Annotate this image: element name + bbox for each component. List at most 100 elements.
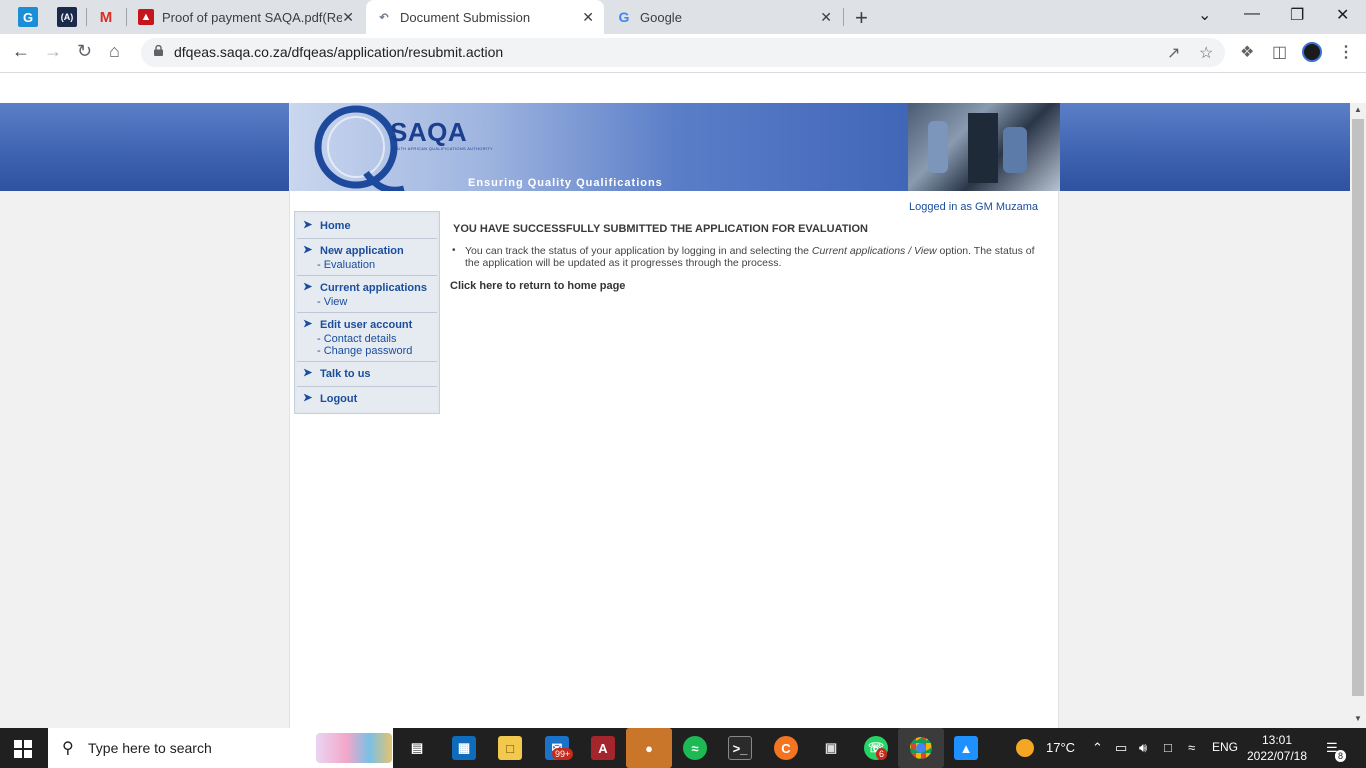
menu-sub-view[interactable]: - View (317, 296, 433, 308)
profile-avatar[interactable] (1302, 42, 1322, 62)
side-menu: ➤ Home ➤ New application - Evaluation ➤ … (294, 211, 440, 414)
menu-sub-contact-details[interactable]: - Contact details (317, 333, 433, 345)
header-tagline: Ensuring Quality Qualifications (468, 177, 663, 189)
tray-chevron-up-icon[interactable]: ⌃ (1092, 740, 1103, 756)
tab-title: Google (640, 9, 682, 25)
notifications-badge: 8 (1335, 750, 1347, 762)
clock-date: 2022/07/18 (1246, 749, 1308, 763)
access-icon[interactable]: A (591, 736, 615, 760)
clock-time: 13:01 (1261, 733, 1293, 747)
minimize-button[interactable]: — (1244, 5, 1260, 23)
chevron-right-icon: ➤ (303, 244, 313, 256)
tab-search-chevron-icon[interactable]: ⌄ (1198, 5, 1211, 25)
terminal-icon[interactable]: >_ (728, 736, 752, 760)
pinned-tab-gmail[interactable]: M (96, 7, 116, 27)
logged-in-user: Logged in as GM Muzama (908, 201, 1038, 213)
header-photo (908, 103, 1060, 191)
side-panel-icon[interactable]: ◫ (1272, 42, 1287, 62)
scroll-down-arrow-icon[interactable]: ▼ (1354, 714, 1362, 723)
page-scrollbar[interactable]: ▲ ▼ (1350, 103, 1366, 728)
saqa-logo-subtext: SOUTH AFRICAN QUALIFICATIONS AUTHORITY (391, 146, 494, 151)
menu-item-current-applications[interactable]: ➤ Current applications - View (297, 276, 437, 313)
back-button[interactable]: ← (12, 41, 30, 62)
saqa-logo-text: SAQA (390, 117, 468, 147)
menu-item-label[interactable]: Logout (320, 391, 433, 407)
tab-google[interactable]: G Google ✕ (606, 0, 842, 34)
saqa-tab-icon: ↶ (379, 11, 389, 24)
menu-item-edit-user-account[interactable]: ➤ Edit user account - Contact details - … (297, 313, 437, 362)
menu-item-label[interactable]: New application (320, 243, 433, 259)
share-icon[interactable]: ↗ (1167, 43, 1180, 63)
google-icon: G (618, 9, 630, 25)
menu-item-label[interactable]: Current applications (320, 280, 433, 296)
url-text[interactable]: dfqeas.saqa.co.za/dfqeas/application/res… (174, 44, 503, 60)
chrome-icon[interactable] (898, 728, 944, 768)
restore-button[interactable]: ❐ (1290, 5, 1304, 25)
menu-item-label[interactable]: Talk to us (320, 366, 433, 382)
menu-item-label[interactable]: Edit user account (320, 317, 433, 333)
search-highlight-image[interactable] (316, 733, 392, 763)
address-bar[interactable]: dfqeas.saqa.co.za/dfqeas/application/res… (141, 38, 1225, 67)
lock-icon (154, 45, 163, 56)
system-clock[interactable]: 13:01 2022/07/18 (1242, 732, 1312, 764)
tab-document-submission[interactable]: ↶ Document Submission ✕ (366, 0, 604, 34)
chevron-right-icon: ➤ (303, 367, 313, 379)
extensions-puzzle-icon[interactable]: ❖ (1240, 42, 1254, 62)
battery-icon[interactable]: ▭ (1115, 740, 1127, 756)
microsoft-store-icon[interactable]: ▦ (452, 736, 476, 760)
whatsapp-badge: 6 (876, 748, 888, 760)
search-icon: ⚲ (62, 740, 74, 757)
crunchyroll-icon[interactable]: C (774, 736, 798, 760)
browser-tab-bar: G (A) M ▲ Proof of payment SAQA.pdf(Revi… (0, 0, 1366, 34)
weather-temperature[interactable]: 17°C (1046, 740, 1075, 755)
reload-button[interactable]: ↻ (77, 41, 92, 62)
wifi-icon[interactable]: ≈ (1188, 740, 1195, 755)
tab-proof-of-payment[interactable]: ▲ Proof of payment SAQA.pdf(Revi ✕ (128, 0, 364, 34)
browser-toolbar: ← → ↻ ⌂ dfqeas.saqa.co.za/dfqeas/applica… (0, 34, 1366, 72)
more-menu-icon[interactable]: ⋮ (1338, 42, 1354, 62)
photos-icon[interactable]: ▲ (954, 736, 978, 760)
close-icon[interactable]: ✕ (820, 9, 832, 26)
taskbar-search-box[interactable]: ⚲ Type here to search (48, 728, 393, 768)
scroll-thumb[interactable] (1352, 119, 1364, 696)
windows-taskbar: ⚲ Type here to search ▤ ▦ □ ✉ 99+ A ● ≈ … (0, 728, 1366, 768)
close-window-button[interactable]: ✕ (1336, 5, 1349, 25)
file-explorer-icon[interactable]: □ (498, 736, 522, 760)
close-icon[interactable]: ✕ (582, 9, 594, 26)
app-box-icon[interactable]: ▣ (819, 736, 843, 760)
home-button[interactable]: ⌂ (109, 41, 120, 62)
chevron-right-icon: ➤ (303, 281, 313, 293)
volume-icon[interactable]: 🔊︎ (1139, 740, 1147, 756)
pinned-tab-a[interactable]: (A) (57, 7, 77, 27)
menu-item-label[interactable]: Home (320, 218, 433, 234)
tab-separator (86, 8, 87, 26)
edge-icon[interactable]: ● (626, 728, 672, 768)
tab-title: Proof of payment SAQA.pdf(Revi (162, 9, 342, 25)
menu-item-logout[interactable]: ➤ Logout (297, 387, 437, 411)
menu-item-talk-to-us[interactable]: ➤ Talk to us (297, 362, 437, 387)
tab-title: Document Submission (400, 9, 531, 25)
task-view-icon[interactable]: ▤ (405, 736, 429, 760)
close-icon[interactable]: ✕ (342, 9, 354, 26)
weather-sun-icon[interactable] (1016, 739, 1034, 757)
page-content: SAQA SOUTH AFRICAN QUALIFICATIONS AUTHOR… (289, 103, 1060, 728)
chevron-right-icon: ➤ (303, 318, 313, 330)
bookmark-star-icon[interactable]: ☆ (1199, 43, 1213, 63)
menu-sub-change-password[interactable]: - Change password (317, 345, 433, 357)
scroll-up-arrow-icon[interactable]: ▲ (1354, 105, 1362, 114)
tab-separator (843, 8, 844, 26)
new-tab-button[interactable]: + (855, 5, 868, 31)
meet-now-icon[interactable]: □ (1164, 740, 1172, 755)
language-indicator[interactable]: ENG (1212, 740, 1238, 754)
return-home-link[interactable]: Click here to return to home page (450, 280, 625, 292)
pdf-icon: ▲ (138, 9, 154, 25)
spotify-icon[interactable]: ≈ (683, 736, 707, 760)
menu-sub-evaluation[interactable]: - Evaluation (317, 259, 433, 271)
pinned-tab-g[interactable]: G (18, 7, 38, 27)
search-placeholder[interactable]: Type here to search (88, 740, 212, 756)
forward-button[interactable]: → (44, 41, 62, 62)
menu-item-new-application[interactable]: ➤ New application - Evaluation (297, 239, 437, 276)
windows-start-icon[interactable] (14, 740, 32, 758)
mail-badge: 99+ (552, 748, 574, 760)
menu-item-home[interactable]: ➤ Home (297, 214, 437, 239)
